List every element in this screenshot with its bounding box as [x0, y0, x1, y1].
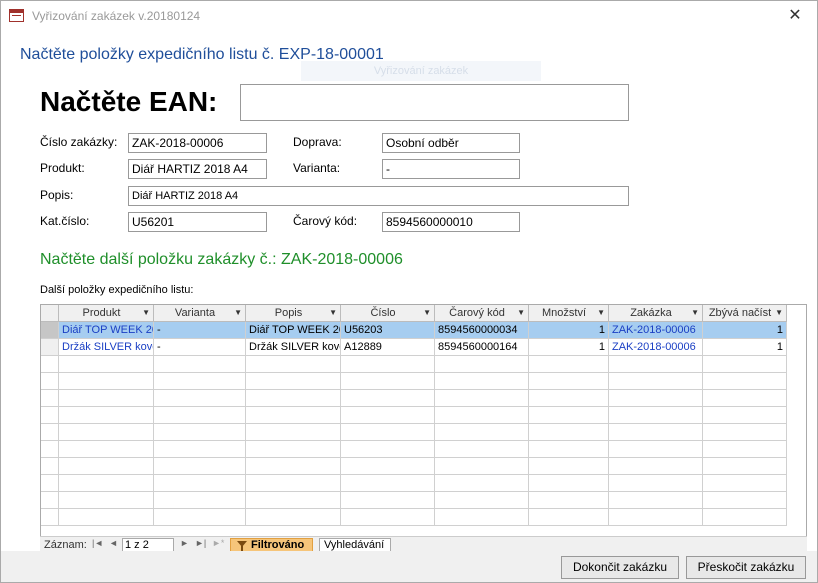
- cell-description[interactable]: Diář TOP WEEK 20: [246, 322, 341, 339]
- column-header-quantity[interactable]: Množství ▼: [529, 305, 609, 322]
- select-all-cell[interactable]: [41, 305, 59, 322]
- empty-row: [41, 424, 806, 441]
- empty-row: [41, 373, 806, 390]
- app-form-icon: [9, 9, 24, 22]
- faint-background-text: Vyřizování zakázek: [301, 61, 541, 81]
- barcode-label: Čarový kód:: [293, 214, 358, 228]
- grid-header-row: Produkt ▼ Varianta ▼ Popis ▼ Číslo ▼ Čarový …: [41, 305, 806, 322]
- record-label: Záznam:: [44, 539, 87, 551]
- sort-dropdown-icon[interactable]: ▼: [234, 305, 242, 321]
- next-item-heading: Načtěte další položku zakázky č.: ZAK-20…: [40, 251, 403, 268]
- order-number-label: Číslo zakázky:: [40, 135, 118, 149]
- ean-input[interactable]: [240, 84, 629, 121]
- sort-dropdown-icon[interactable]: ▼: [775, 305, 783, 321]
- cell-barcode[interactable]: 8594560000034: [435, 322, 529, 339]
- cell-barcode[interactable]: 8594560000164: [435, 339, 529, 356]
- empty-row: [41, 475, 806, 492]
- catalog-number-label: Kat.číslo:: [40, 214, 90, 228]
- column-header-variant[interactable]: Varianta ▼: [154, 305, 246, 322]
- column-header-label: Zakázka: [630, 307, 672, 319]
- button-bar: Dokončit zakázku Přeskočit zakázku: [1, 551, 817, 582]
- barcode-field[interactable]: 8594560000010: [382, 212, 520, 232]
- empty-row: [41, 356, 806, 373]
- cell-quantity[interactable]: 1: [529, 322, 609, 339]
- sort-dropdown-icon[interactable]: ▼: [597, 305, 605, 321]
- finish-order-button[interactable]: Dokončit zakázku: [561, 556, 679, 579]
- grid-label: Další položky expedičního listu:: [40, 284, 194, 296]
- empty-row: [41, 509, 806, 526]
- empty-row: [41, 458, 806, 475]
- row-selector[interactable]: [41, 322, 59, 339]
- cell-order[interactable]: ZAK-2018-00006: [609, 339, 703, 356]
- close-button[interactable]: ✕: [773, 1, 817, 31]
- sort-dropdown-icon[interactable]: ▼: [142, 305, 150, 321]
- variant-label: Varianta:: [293, 161, 341, 175]
- window-title: Vyřizování zakázek v.20180124: [32, 9, 201, 23]
- table-row[interactable]: Držák SILVER kovo - Držák SILVER kovo A1…: [41, 339, 806, 356]
- transport-field[interactable]: Osobní odběr: [382, 133, 520, 153]
- cell-description[interactable]: Držák SILVER kovo: [246, 339, 341, 356]
- cell-number[interactable]: A12889: [341, 339, 435, 356]
- column-header-label: Zbývá načíst: [708, 307, 772, 319]
- column-header-product[interactable]: Produkt ▼: [59, 305, 154, 322]
- column-header-label: Číslo: [370, 307, 396, 319]
- catalog-number-field[interactable]: U56201: [128, 212, 267, 232]
- form-area: Načtěte položky expedičního listu č. EXP…: [1, 31, 817, 554]
- sort-dropdown-icon[interactable]: ▼: [517, 305, 525, 321]
- cell-number[interactable]: U56203: [341, 322, 435, 339]
- description-field[interactable]: Diář HARTIZ 2018 A4: [128, 186, 629, 206]
- cell-order[interactable]: ZAK-2018-00006: [609, 322, 703, 339]
- close-icon[interactable]: ✕: [788, 7, 801, 24]
- new-record-icon[interactable]: ►*: [212, 538, 224, 548]
- app-window: Vyřizování zakázek v.20180124 ✕ Načtěte …: [0, 0, 818, 583]
- sort-dropdown-icon[interactable]: ▼: [329, 305, 337, 321]
- variant-field[interactable]: -: [382, 159, 520, 179]
- items-grid: Produkt ▼ Varianta ▼ Popis ▼ Číslo ▼ Čarový …: [40, 304, 807, 548]
- cell-remaining[interactable]: 1: [703, 322, 787, 339]
- cell-remaining[interactable]: 1: [703, 339, 787, 356]
- product-label: Produkt:: [40, 161, 85, 175]
- transport-label: Doprava:: [293, 135, 342, 149]
- empty-row: [41, 407, 806, 424]
- column-header-label: Popis: [274, 307, 303, 319]
- sort-dropdown-icon[interactable]: ▼: [423, 305, 431, 321]
- first-record-icon[interactable]: |◄: [92, 538, 103, 548]
- product-field[interactable]: Diář HARTIZ 2018 A4: [128, 159, 267, 179]
- description-label: Popis:: [40, 188, 74, 202]
- cell-product[interactable]: Diář TOP WEEK 20: [59, 322, 154, 339]
- previous-record-icon[interactable]: ◄: [109, 538, 118, 548]
- filter-icon: [237, 541, 247, 551]
- filter-label: Filtrováno: [251, 539, 305, 551]
- column-header-label: Čarový kód: [449, 307, 505, 319]
- cell-quantity[interactable]: 1: [529, 339, 609, 356]
- column-header-remaining[interactable]: Zbývá načíst ▼: [703, 305, 787, 322]
- last-record-icon[interactable]: ►|: [195, 538, 206, 548]
- skip-order-button[interactable]: Přeskočit zakázku: [686, 556, 806, 579]
- order-number-field[interactable]: ZAK-2018-00006: [128, 133, 267, 153]
- empty-row: [41, 492, 806, 509]
- cell-product[interactable]: Držák SILVER kovo: [59, 339, 154, 356]
- column-header-number[interactable]: Číslo ▼: [341, 305, 435, 322]
- column-header-label: Množství: [541, 307, 586, 319]
- cell-variant[interactable]: -: [154, 339, 246, 356]
- column-header-order[interactable]: Zakázka ▼: [609, 305, 703, 322]
- column-header-description[interactable]: Popis ▼: [246, 305, 341, 322]
- empty-row: [41, 390, 806, 407]
- next-record-icon[interactable]: ►: [180, 538, 189, 548]
- row-selector[interactable]: [41, 339, 59, 356]
- column-header-barcode[interactable]: Čarový kód ▼: [435, 305, 529, 322]
- title-bar: Vyřizování zakázek v.20180124 ✕: [1, 1, 817, 31]
- column-header-label: Produkt: [82, 307, 121, 319]
- ean-label: Načtěte EAN:: [40, 86, 218, 117]
- record-position-field[interactable]: 1 z 2: [122, 538, 174, 552]
- cell-variant[interactable]: -: [154, 322, 246, 339]
- table-row[interactable]: Diář TOP WEEK 20 - Diář TOP WEEK 20 U562…: [41, 322, 806, 339]
- column-header-label: Varianta: [174, 307, 216, 319]
- sort-dropdown-icon[interactable]: ▼: [691, 305, 699, 321]
- empty-row: [41, 441, 806, 458]
